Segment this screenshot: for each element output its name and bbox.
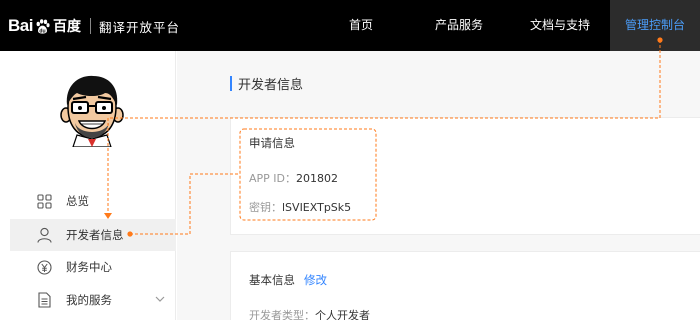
sidebar-item-my-services[interactable]: 我的服务: [10, 284, 176, 316]
edit-basic-info-link[interactable]: 修改: [304, 272, 327, 288]
baidu-translate-logo[interactable]: Bai du 百度 翻译开放平台: [8, 14, 180, 38]
app-id-row: APP ID：201802: [249, 170, 338, 186]
sidebar: 总览 开发者信息 财务中心 我的服务: [0, 51, 176, 320]
sidebar-item-finance[interactable]: 财务中心: [10, 251, 176, 283]
yen-icon: [35, 258, 53, 276]
nav-home[interactable]: 首页: [330, 0, 392, 51]
nav-management-console[interactable]: 管理控制台: [610, 0, 700, 51]
document-icon: [35, 291, 53, 309]
basic-info-card: 基本信息 修改 开发者类型：个人开发者: [230, 251, 700, 320]
title-accent-bar: [230, 75, 232, 91]
developer-type-label: 开发者类型：: [249, 309, 315, 320]
svg-text:du: du: [39, 28, 45, 34]
user-avatar[interactable]: [55, 73, 129, 147]
logo-text-baidu-cn: 百度: [52, 19, 81, 35]
secret-key-value: lSVIEXTpSk5: [282, 201, 352, 214]
app-id-value: 201802: [296, 172, 339, 185]
grid-icon: [35, 192, 53, 210]
main-content: 开发者信息 申请信息 APP ID：201802 密钥：lSVIEXTpSk5 …: [177, 51, 700, 320]
developer-type-value: 个人开发者: [315, 309, 370, 320]
nav-products[interactable]: 产品服务: [426, 0, 492, 51]
developer-type-row: 开发者类型：个人开发者: [249, 307, 370, 320]
sidebar-item-label: 我的服务: [66, 293, 112, 307]
user-icon: [35, 226, 53, 244]
logo-text-bai: Bai: [8, 16, 33, 35]
app-id-label: APP ID：: [249, 172, 297, 185]
sidebar-item-label: 总览: [66, 194, 89, 208]
sidebar-item-overview[interactable]: 总览: [10, 185, 176, 217]
secret-key-row: 密钥：lSVIEXTpSk5: [249, 199, 351, 215]
basic-info-title: 基本信息: [249, 273, 295, 287]
logo-divider: [89, 18, 91, 34]
sidebar-item-developer-info[interactable]: 开发者信息: [10, 219, 176, 251]
application-info-card: 申请信息 APP ID：201802 密钥：lSVIEXTpSk5: [230, 117, 700, 235]
page-title-text: 开发者信息: [238, 77, 304, 93]
secret-key-label: 密钥：: [249, 201, 282, 214]
chevron-down-icon[interactable]: [154, 293, 166, 305]
developer-info-page: Bai du 百度 翻译开放平台 首页 产品服务 文档与支持 管理控制台 总览 …: [0, 0, 700, 320]
nav-docs-support[interactable]: 文档与支持: [520, 0, 600, 51]
top-navigation-bar: Bai du 百度 翻译开放平台 首页 产品服务 文档与支持 管理控制台: [0, 0, 700, 51]
page-title: 开发者信息: [230, 73, 303, 93]
sidebar-item-label: 开发者信息: [66, 228, 124, 242]
sidebar-item-label: 财务中心: [66, 260, 112, 274]
application-info-title: 申请信息: [249, 136, 295, 150]
logo-platform-name: 翻译开放平台: [98, 19, 180, 35]
baidu-paw-icon: du: [36, 18, 50, 34]
